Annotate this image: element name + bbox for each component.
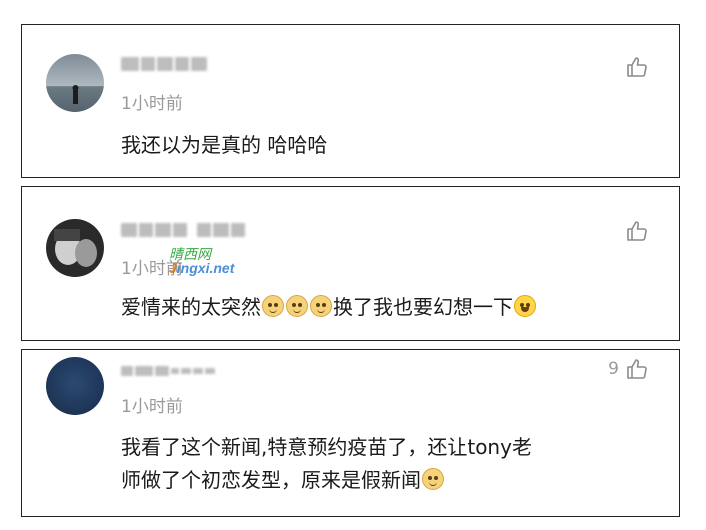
- laughing-tears-emoji: [514, 295, 536, 317]
- thumbs-up-icon: [627, 359, 647, 379]
- dog-face-emoji: [286, 295, 308, 317]
- like-button[interactable]: 9: [608, 357, 649, 381]
- site-watermark: 晴西网 Jingxi.net: [169, 246, 235, 276]
- dog-face-emoji: [262, 295, 284, 317]
- username-blurred[interactable]: [121, 55, 207, 73]
- comment-content: 我还以为是真的 哈哈哈: [121, 133, 328, 157]
- dog-face-emoji: [422, 468, 444, 490]
- avatar[interactable]: [46, 357, 104, 415]
- thumbs-up-icon: [627, 57, 647, 77]
- thumbs-up-icon: [627, 221, 647, 241]
- comment-time: 1小时前: [121, 397, 183, 417]
- comment-card-1: 1小时前 我还以为是真的 哈哈哈: [21, 24, 680, 178]
- like-button[interactable]: [619, 219, 649, 243]
- avatar[interactable]: [46, 219, 104, 277]
- avatar[interactable]: [46, 54, 104, 112]
- username-blurred[interactable]: [121, 221, 245, 239]
- comment-card-3: 1小时前 9 我看了这个新闻,特意预约疫苗了，还让tony老 师做了个初恋发型，…: [21, 349, 680, 517]
- comment-content: 我看了这个新闻,特意预约疫苗了，还让tony老 师做了个初恋发型，原来是假新闻: [121, 435, 532, 492]
- username-blurred[interactable]: [121, 362, 215, 380]
- comment-card-2: 1小时前 晴西网 Jingxi.net 爱情来的太突然 换了我也要幻想一下: [21, 186, 680, 341]
- comment-time: 1小时前: [121, 94, 183, 114]
- comment-content: 爱情来的太突然 换了我也要幻想一下: [121, 291, 655, 324]
- like-button[interactable]: [619, 55, 649, 79]
- like-count: 9: [608, 359, 619, 379]
- dog-face-emoji: [310, 295, 332, 317]
